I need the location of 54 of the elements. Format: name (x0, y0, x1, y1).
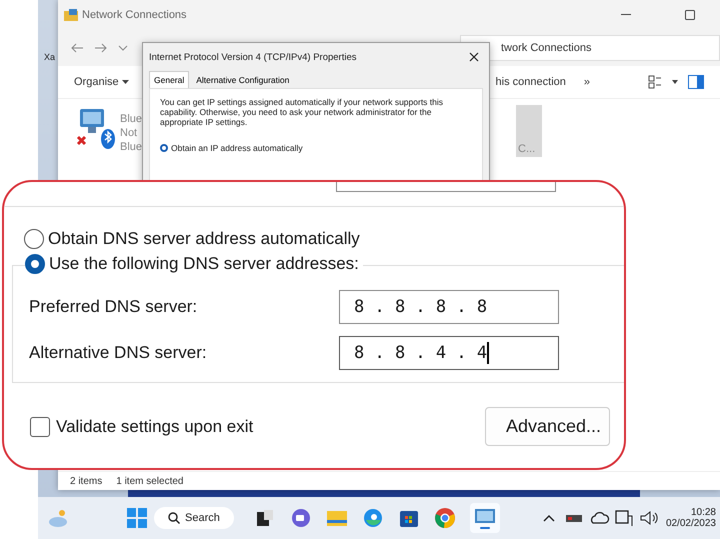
dialog-tab[interactable]: General (149, 71, 190, 88)
search-button[interactable]: Search (154, 507, 234, 529)
browser-icon[interactable] (362, 507, 384, 529)
dialog-tab[interactable]: Alternative Configuration (191, 71, 294, 88)
close-icon[interactable] (469, 52, 479, 62)
field-label: Alternative DNS server: (29, 343, 208, 363)
clock-date: 02/02/2023 (666, 518, 716, 529)
organise-menu[interactable]: Organise (74, 76, 129, 88)
advanced-button[interactable]: Advanced... (484, 407, 610, 446)
dns-server-field[interactable]: 8 . 8 . 4 . 4 (339, 336, 559, 370)
dialog-title: Internet Protocol Version 4 (TCP/IPv4) Properties (149, 52, 357, 62)
network-adapter-icon (76, 107, 116, 151)
connection-item[interactable]: Blue Not Blue (74, 105, 144, 157)
radio-button[interactable] (25, 254, 45, 274)
radio-button[interactable] (160, 144, 168, 152)
start-icon[interactable] (126, 507, 148, 529)
dns-server-field[interactable]: 8 . 8 . 8 . 8 (339, 290, 559, 324)
view-options-icon[interactable] (648, 75, 662, 89)
network-folder-icon (64, 9, 78, 21)
network-connections-taskbar-icon[interactable] (470, 503, 500, 533)
radio-button[interactable] (24, 229, 44, 249)
view-dropdown-caret-icon[interactable] (672, 80, 678, 84)
toolbar-command[interactable]: his connection (496, 76, 566, 88)
status-text: 1 item selected (116, 476, 184, 486)
chrome-icon[interactable] (434, 507, 456, 529)
field-label: Preferred DNS server: (29, 297, 198, 317)
address-bar[interactable]: twork Connections (460, 35, 720, 61)
desktop-icon-label: Xa (44, 52, 56, 62)
radio-label: Obtain an IP address automatically (171, 143, 303, 153)
radio-label: Use the following DNS server addresses: (49, 254, 359, 274)
radio-label: Obtain DNS server address automatically (48, 229, 360, 249)
status-text: 2 items (70, 476, 102, 486)
caret-icon (122, 80, 129, 84)
forward-button[interactable] (94, 43, 108, 53)
checkbox[interactable] (30, 416, 50, 436)
minimize-icon[interactable] (621, 14, 631, 16)
clock-time: 10:28 (690, 507, 716, 518)
text-cursor (487, 342, 489, 364)
more-commands-button[interactable]: » (584, 76, 590, 88)
checkbox-label: Validate settings upon exit (56, 416, 254, 436)
ip-address-field[interactable] (336, 182, 556, 192)
item-label: Blue (120, 113, 142, 125)
chat-icon[interactable] (290, 507, 312, 529)
back-button[interactable] (70, 43, 84, 53)
item-label: C... (518, 143, 536, 155)
monitor-icon (472, 506, 497, 530)
item-label: Blue (120, 141, 142, 153)
item-label: Not (120, 127, 138, 139)
search-icon (168, 512, 180, 524)
intro-text: You can get IP settings assigned automatically if your network supports this capability. Otherwise, you need to ask your network administrator for the appropriate IP settings. (160, 97, 444, 127)
window-title: Network Connections (82, 9, 187, 21)
preview-pane-icon[interactable] (688, 75, 704, 89)
maximize-icon[interactable] (685, 10, 695, 20)
recent-locations-button[interactable] (118, 45, 128, 51)
